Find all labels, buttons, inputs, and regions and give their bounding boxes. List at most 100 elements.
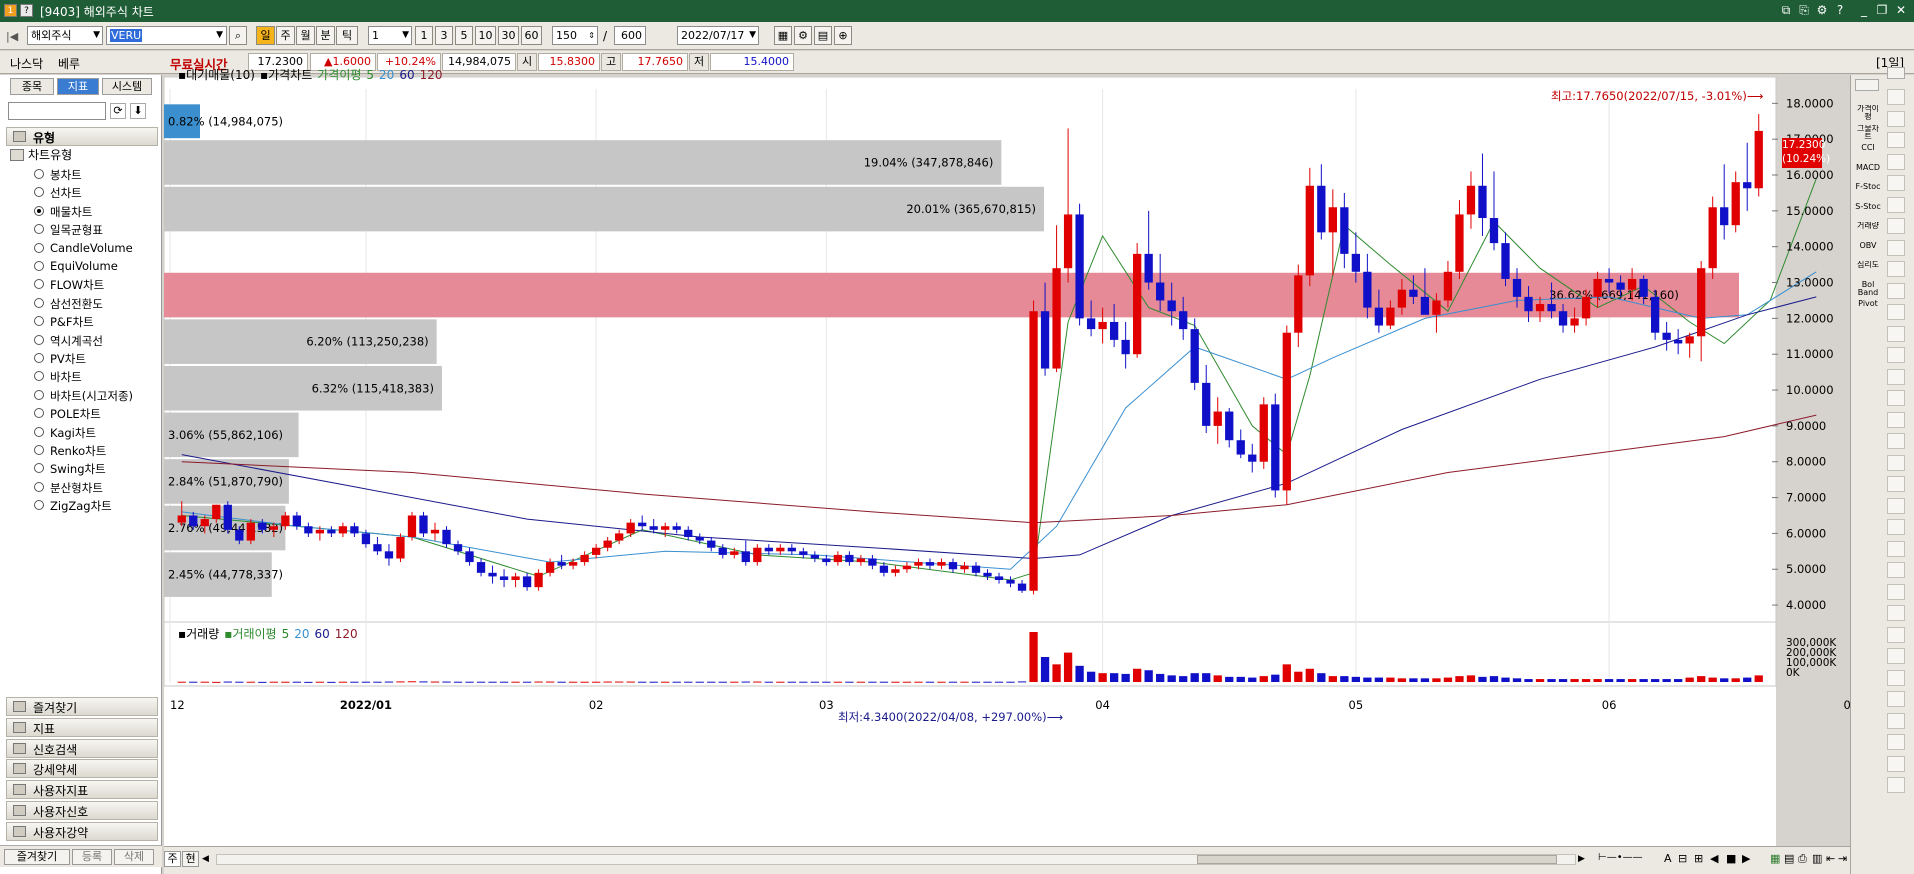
chart-type-item[interactable]: ZigZag차트 xyxy=(20,496,160,514)
save-icon[interactable]: ▤ xyxy=(814,26,832,45)
grid-icon[interactable]: ▥ xyxy=(1812,852,1822,865)
radio-icon[interactable] xyxy=(34,224,44,235)
minimize-icon[interactable]: _ xyxy=(1856,3,1872,18)
chart-type-item[interactable]: Swing차트 xyxy=(20,459,160,477)
tab-current[interactable]: 현 xyxy=(182,851,199,867)
radio-icon[interactable] xyxy=(34,205,44,216)
legend-item[interactable]: 60 xyxy=(314,627,329,641)
chart-type-item[interactable]: 삼선전환도 xyxy=(20,294,160,312)
help-icon[interactable]: ? xyxy=(20,4,33,17)
interval-3-button[interactable]: 3 xyxy=(435,26,453,45)
cursor-icon[interactable] xyxy=(1887,89,1905,105)
interval-5-button[interactable]: 5 xyxy=(455,26,473,45)
triangle-icon[interactable] xyxy=(1887,519,1905,535)
chart-type-item[interactable]: FLOW차트 xyxy=(20,275,160,293)
period-minute-button[interactable]: 분 xyxy=(316,26,335,45)
chart-type-item[interactable]: P&F차트 xyxy=(20,312,160,330)
radio-icon[interactable] xyxy=(34,353,44,363)
period-tick-button[interactable]: 틱 xyxy=(336,26,358,45)
favorites-button[interactable]: 즐겨찾기 xyxy=(4,849,70,865)
chart-type-item[interactable]: PV차트 xyxy=(20,349,160,367)
accordion-item[interactable]: 사용자강약 xyxy=(6,821,158,841)
print-icon[interactable] xyxy=(1887,712,1905,729)
period-month-button[interactable]: 월 xyxy=(296,26,315,45)
channel-icon[interactable] xyxy=(1887,304,1905,320)
delete-icon[interactable] xyxy=(1887,648,1905,664)
target-icon[interactable] xyxy=(1887,755,1905,772)
download-icon[interactable]: ⬇ xyxy=(130,103,146,119)
horizontal-scrollbar[interactable] xyxy=(216,854,1576,865)
copy-icon[interactable]: ⎘ xyxy=(1796,3,1812,18)
close-icon[interactable]: ✕ xyxy=(1893,3,1909,18)
legend-item[interactable]: ▪거래량 xyxy=(178,627,219,641)
chart-type-item[interactable]: 분산형차트 xyxy=(20,478,160,496)
circle-icon[interactable] xyxy=(1887,261,1905,277)
chevron-down-icon[interactable]: ▼ xyxy=(93,27,100,44)
color-icon[interactable] xyxy=(1887,583,1905,600)
radio-icon[interactable] xyxy=(34,389,44,400)
legend-item[interactable]: 20 xyxy=(294,627,309,641)
legend-item[interactable]: ▪대기매물(10) xyxy=(178,68,255,82)
chevron-down-icon[interactable]: ▼ xyxy=(216,27,223,44)
legend-item[interactable]: 5 xyxy=(282,627,290,641)
zoom-slider[interactable]: ⊢—•—— xyxy=(1598,852,1658,866)
chart-type-item[interactable]: POLE차트 xyxy=(20,404,160,422)
calculator-icon[interactable]: ▦ xyxy=(774,26,792,45)
chevron-down-icon[interactable]: ▼ xyxy=(749,27,756,44)
interval-30-button[interactable]: 30 xyxy=(498,26,519,45)
chevron-down-icon[interactable]: ▼ xyxy=(402,27,409,44)
chart-area[interactable]: 0.82% (14,984,075) 19.04% (347,878,846) 20… xyxy=(164,68,1850,874)
restore-icon[interactable]: ❐ xyxy=(1874,3,1890,18)
chart-type-item[interactable]: 봉차트 xyxy=(20,165,160,183)
tree-root[interactable]: 차트유형 xyxy=(28,146,72,163)
indicator-shortcut[interactable]: CCI xyxy=(1855,144,1881,162)
symbol-input[interactable]: VERU ▼ xyxy=(106,26,227,45)
accordion-item[interactable]: 지표 xyxy=(6,717,158,737)
box-icon[interactable] xyxy=(1887,476,1905,492)
interval-10-button[interactable]: 10 xyxy=(475,26,496,45)
eraser-icon[interactable] xyxy=(1887,132,1905,148)
section-type[interactable]: 유형 xyxy=(6,127,158,146)
register-button[interactable]: 등록 xyxy=(72,849,112,865)
lock-icon[interactable] xyxy=(1887,605,1905,621)
radio-icon[interactable] xyxy=(34,316,44,327)
print-icon[interactable]: ⎙ xyxy=(1798,852,1807,866)
chart-type-item[interactable]: 일목균형표 xyxy=(20,220,160,238)
legend-item[interactable]: 가격이평 xyxy=(317,68,361,82)
indicator-shortcut[interactable]: Bol Band xyxy=(1855,281,1881,299)
interval-1-button[interactable]: 1 xyxy=(415,26,433,45)
settings-icon[interactable]: ⚙ xyxy=(1814,3,1830,18)
legend-item[interactable]: 60 xyxy=(399,68,414,82)
prev-icon[interactable]: ⇤ xyxy=(1826,852,1835,865)
fib-icon[interactable] xyxy=(1887,282,1905,299)
cycle-icon[interactable] xyxy=(1887,390,1905,406)
question-icon[interactable] xyxy=(1887,153,1905,170)
gear-icon[interactable]: ⚙ xyxy=(794,26,812,45)
scroll-up-icon[interactable] xyxy=(1855,79,1879,91)
accordion-item[interactable]: 강세약세 xyxy=(6,759,158,779)
scroll-right-icon[interactable]: ▶ xyxy=(1578,851,1590,867)
refresh-icon[interactable]: ⟳ xyxy=(110,103,126,119)
tab-system[interactable]: 시스템 xyxy=(102,78,152,95)
radio-icon[interactable] xyxy=(34,463,44,474)
count-stepper[interactable]: 150 ⇕ xyxy=(552,26,598,45)
export-excel-icon[interactable]: ▦ xyxy=(1770,852,1780,865)
radio-icon[interactable] xyxy=(34,334,44,345)
radio-icon[interactable] xyxy=(34,187,44,198)
radio-icon[interactable] xyxy=(34,408,44,419)
indicator-shortcut[interactable]: MACD xyxy=(1855,164,1881,182)
accordion-item[interactable]: 신호검색 xyxy=(6,738,158,758)
indicator-search-input[interactable] xyxy=(8,102,106,120)
radio-icon[interactable] xyxy=(34,169,44,179)
radio-icon[interactable] xyxy=(34,445,44,455)
trend-icon[interactable] xyxy=(1887,196,1905,213)
chart-type-item[interactable]: 바차트 xyxy=(20,367,160,385)
total-count-field[interactable]: 600 xyxy=(614,26,646,45)
radio-icon[interactable] xyxy=(34,297,44,308)
stepper-icon[interactable]: ⇕ xyxy=(588,27,595,44)
tab-week[interactable]: 주 xyxy=(164,851,181,867)
ellipse-icon[interactable] xyxy=(1887,497,1905,514)
legend-item[interactable]: ▪가격차트 xyxy=(260,68,312,82)
interval-60-button[interactable]: 60 xyxy=(521,26,542,45)
market-select[interactable]: 해외주식 ▼ xyxy=(27,26,103,45)
